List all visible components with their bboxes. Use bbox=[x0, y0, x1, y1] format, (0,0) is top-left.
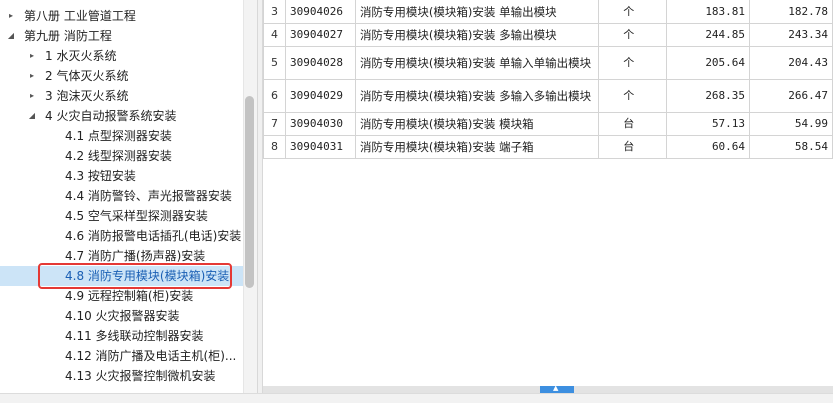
tree-item-label: 4.4 消防警铃、声光报警器安装 bbox=[65, 189, 232, 203]
row-index: 6 bbox=[263, 79, 286, 113]
quota-price-1: 205.64 bbox=[666, 46, 751, 80]
quota-unit: 个 bbox=[598, 0, 668, 24]
quota-code: 30904027 bbox=[284, 23, 356, 47]
quota-code: 30904029 bbox=[284, 79, 356, 113]
quota-name: 消防专用模块(模块箱)安装 端子箱 bbox=[354, 135, 600, 159]
status-bar bbox=[0, 393, 833, 403]
quota-price-1: 60.64 bbox=[666, 135, 751, 159]
quota-table-body: 3 30904026 消防专用模块(模块箱)安装 单输出模块 个 183.81 … bbox=[263, 0, 833, 159]
tree-item-4-8-selected[interactable]: 4.8 消防专用模块(模块箱)安装 bbox=[0, 266, 243, 286]
tree-item-label: 1 水灭火系统 bbox=[45, 49, 117, 63]
tree-item-4-11[interactable]: 4.11 多线联动控制器安装 bbox=[0, 326, 243, 346]
quota-unit: 台 bbox=[598, 112, 668, 136]
row-index: 8 bbox=[263, 135, 286, 159]
table-row[interactable]: 8 30904031 消防专用模块(模块箱)安装 端子箱 台 60.64 58.… bbox=[263, 135, 833, 159]
quota-name: 消防专用模块(模块箱)安装 多输入多输出模块 bbox=[354, 79, 600, 113]
tree-item-label: 4.5 空气采样型探测器安装 bbox=[65, 209, 208, 223]
tree-item-4-12[interactable]: 4.12 消防广播及电话主机(柜)... bbox=[0, 346, 243, 366]
quota-code: 30904028 bbox=[284, 46, 356, 80]
tree-item-label: 4.9 远程控制箱(柜)安装 bbox=[65, 289, 194, 303]
tree-item-label: 4.7 消防广播(扬声器)安装 bbox=[65, 249, 206, 263]
tree-item-4-4[interactable]: 4.4 消防警铃、声光报警器安装 bbox=[0, 186, 243, 206]
expand-arrow-icon[interactable]: ▸ bbox=[6, 6, 16, 26]
quota-unit: 个 bbox=[598, 23, 668, 47]
quota-price-1: 268.35 bbox=[666, 79, 751, 113]
tree-item-4-7[interactable]: 4.7 消防广播(扬声器)安装 bbox=[0, 246, 243, 266]
tree-item-4-6[interactable]: 4.6 消防报警电话插孔(电话)安装 bbox=[0, 226, 243, 246]
tree-item-label: 4 火灾自动报警系统安装 bbox=[45, 109, 177, 123]
quota-code: 30904031 bbox=[284, 135, 356, 159]
tree-item-label: 4.6 消防报警电话插孔(电话)安装 bbox=[65, 229, 242, 243]
table-row[interactable]: 6 30904029 消防专用模块(模块箱)安装 多输入多输出模块 个 268.… bbox=[263, 79, 833, 113]
tree-item-book8[interactable]: ▸ 第八册 工业管道工程 bbox=[0, 6, 243, 26]
quota-price-2: 58.54 bbox=[749, 135, 833, 159]
tree-item-foam-system[interactable]: ▸ 3 泡沫灭火系统 bbox=[0, 86, 243, 106]
collapse-arrow-icon[interactable]: ◢ bbox=[6, 26, 16, 46]
quota-price-2: 182.78 bbox=[749, 0, 833, 24]
tree-item-4-1[interactable]: 4.1 点型探测器安装 bbox=[0, 126, 243, 146]
tree-item-book9[interactable]: ◢ 第九册 消防工程 bbox=[0, 26, 243, 46]
tree-item-4-13[interactable]: 4.13 火灾报警控制微机安装 bbox=[0, 366, 243, 386]
row-index: 7 bbox=[263, 112, 286, 136]
tree-item-4-5[interactable]: 4.5 空气采样型探测器安装 bbox=[0, 206, 243, 226]
tree-item-label: 4.12 消防广播及电话主机(柜)... bbox=[65, 349, 237, 363]
table-row[interactable]: 4 30904027 消防专用模块(模块箱)安装 多输出模块 个 244.85 … bbox=[263, 23, 833, 47]
quota-code: 30904026 bbox=[284, 0, 356, 24]
collapse-arrow-icon[interactable]: ◢ bbox=[27, 106, 37, 126]
quota-price-2: 266.47 bbox=[749, 79, 833, 113]
quota-code: 30904030 bbox=[284, 112, 356, 136]
quota-tree[interactable]: ▸ 第八册 工业管道工程 ◢ 第九册 消防工程 ▸ 1 水灭火系统 ▸ 2 气体… bbox=[0, 0, 257, 393]
tree-item-label: 3 泡沫灭火系统 bbox=[45, 89, 129, 103]
tree-item-4-3[interactable]: 4.3 按钮安装 bbox=[0, 166, 243, 186]
tree-item-label: 第八册 工业管道工程 bbox=[24, 9, 136, 23]
row-index: 4 bbox=[263, 23, 286, 47]
quota-name: 消防专用模块(模块箱)安装 单输入单输出模块 bbox=[354, 46, 600, 80]
tree-item-label: 4.2 线型探测器安装 bbox=[65, 149, 172, 163]
quota-price-2: 243.34 bbox=[749, 23, 833, 47]
tree-item-label: 2 气体灭火系统 bbox=[45, 69, 129, 83]
table-row[interactable]: 3 30904026 消防专用模块(模块箱)安装 单输出模块 个 183.81 … bbox=[263, 0, 833, 24]
quota-price-1: 183.81 bbox=[666, 0, 751, 24]
tree-item-label: 4.1 点型探测器安装 bbox=[65, 129, 172, 143]
quota-price-2: 54.99 bbox=[749, 112, 833, 136]
expand-arrow-icon[interactable]: ▸ bbox=[27, 66, 37, 86]
quota-name: 消防专用模块(模块箱)安装 单输出模块 bbox=[354, 0, 600, 24]
quota-name: 消防专用模块(模块箱)安装 多输出模块 bbox=[354, 23, 600, 47]
tree-item-label: 4.11 多线联动控制器安装 bbox=[65, 329, 204, 343]
tree-item-label: 4.8 消防专用模块(模块箱)安装 bbox=[65, 269, 230, 283]
quota-unit: 个 bbox=[598, 46, 668, 80]
collapse-up-icon[interactable]: ▲ bbox=[553, 385, 558, 392]
tree-item-4-10[interactable]: 4.10 火灾报警器安装 bbox=[0, 306, 243, 326]
tree-item-label: 第九册 消防工程 bbox=[24, 29, 112, 43]
expand-arrow-icon[interactable]: ▸ bbox=[27, 86, 37, 106]
quota-unit: 台 bbox=[598, 135, 668, 159]
quota-unit: 个 bbox=[598, 79, 668, 113]
tree-item-label: 4.10 火灾报警器安装 bbox=[65, 309, 180, 323]
table-row[interactable]: 7 30904030 消防专用模块(模块箱)安装 模块箱 台 57.13 54.… bbox=[263, 112, 833, 136]
quota-price-1: 57.13 bbox=[666, 112, 751, 136]
table-row[interactable]: 5 30904028 消防专用模块(模块箱)安装 单输入单输出模块 个 205.… bbox=[263, 46, 833, 80]
tree-item-4-2[interactable]: 4.2 线型探测器安装 bbox=[0, 146, 243, 166]
tree-item-label: 4.3 按钮安装 bbox=[65, 169, 136, 183]
tree-item-4-9[interactable]: 4.9 远程控制箱(柜)安装 bbox=[0, 286, 243, 306]
tree-item-label: 4.13 火灾报警控制微机安装 bbox=[65, 369, 216, 383]
tree-scrollbar-thumb[interactable] bbox=[245, 96, 254, 288]
tree-item-gas-system[interactable]: ▸ 2 气体灭火系统 bbox=[0, 66, 243, 86]
row-index: 5 bbox=[263, 46, 286, 80]
row-index: 3 bbox=[263, 0, 286, 24]
quota-price-2: 204.43 bbox=[749, 46, 833, 80]
tree-item-fire-alarm[interactable]: ◢ 4 火灾自动报警系统安装 bbox=[0, 106, 243, 126]
tree-item-water-system[interactable]: ▸ 1 水灭火系统 bbox=[0, 46, 243, 66]
quota-price-1: 244.85 bbox=[666, 23, 751, 47]
quota-name: 消防专用模块(模块箱)安装 模块箱 bbox=[354, 112, 600, 136]
expand-arrow-icon[interactable]: ▸ bbox=[27, 46, 37, 66]
quota-table: 3 30904026 消防专用模块(模块箱)安装 单输出模块 个 183.81 … bbox=[263, 0, 833, 386]
